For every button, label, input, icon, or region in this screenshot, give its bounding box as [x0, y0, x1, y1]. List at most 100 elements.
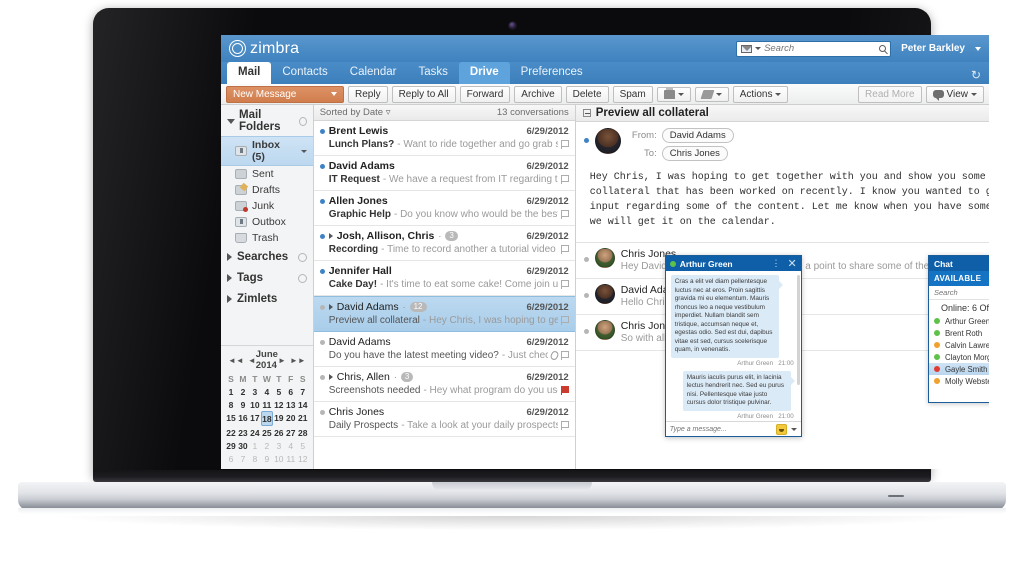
chevron-down-icon[interactable] [677, 92, 684, 96]
chevron-right-icon[interactable] [227, 295, 232, 303]
calendar-day[interactable]: 11 [261, 398, 273, 411]
calendar-day[interactable]: 5 [273, 385, 285, 398]
chat-window[interactable]: Arthur Green ⋮ ✕ Cras a elit vel diam pe… [664, 255, 802, 437]
chevron-down-icon[interactable] [227, 118, 235, 124]
delete-button[interactable]: Delete [565, 85, 609, 103]
reply-button[interactable]: Reply [348, 85, 388, 103]
calendar-day[interactable]: 14 [297, 398, 309, 411]
tab-preferences[interactable]: Preferences [510, 62, 594, 84]
calendar-day[interactable]: 21 [297, 411, 309, 426]
roster-contact-item[interactable]: Clayton Morgan [929, 351, 989, 363]
calendar-day[interactable]: 12 [297, 452, 309, 465]
calendar-day[interactable]: 4 [261, 385, 273, 398]
sidebar-group-zimlets[interactable]: Zimlets [221, 288, 313, 309]
calendar-day[interactable]: 5 [297, 439, 309, 452]
flag-icon[interactable] [560, 386, 570, 395]
chevron-down-icon[interactable] [300, 149, 307, 153]
expand-conversation-icon[interactable] [328, 304, 333, 310]
mail-list-row[interactable]: David Adams 6/29/2012 IT Request - We have … [313, 156, 575, 191]
calendar-day[interactable]: 6 [225, 452, 237, 465]
tab-contacts[interactable]: Contacts [271, 62, 338, 84]
chevron-down-icon[interactable] [975, 46, 981, 51]
calendar-day[interactable]: 1 [249, 439, 261, 452]
roster-contact-item[interactable]: Arthur Green [929, 315, 989, 327]
calendar-day[interactable]: 8 [225, 398, 237, 411]
calendar-day[interactable]: 27 [285, 426, 297, 439]
presence-status-selector[interactable]: AVAILABLE [928, 271, 989, 286]
flag-icon[interactable] [560, 175, 570, 184]
chevron-down-icon[interactable] [715, 92, 722, 96]
calendar-day[interactable]: 12 [273, 398, 285, 411]
calendar-day[interactable]: 7 [237, 452, 249, 465]
mini-calendar-prev-nav[interactable]: ◄◄ ◄ [228, 356, 256, 365]
flag-icon[interactable] [560, 140, 570, 149]
chevron-right-icon[interactable] [227, 274, 232, 282]
chat-message-input[interactable] [669, 425, 772, 433]
sidebar-group-searches[interactable]: Searches [221, 246, 313, 267]
calendar-day[interactable]: 22 [225, 426, 237, 439]
flag-icon[interactable] [560, 210, 570, 219]
search-input[interactable] [764, 43, 877, 54]
calendar-day[interactable]: 30 [237, 439, 249, 452]
sidebar-item-sent[interactable]: Sent [221, 166, 313, 182]
calendar-day[interactable]: 4 [285, 439, 297, 452]
sidebar-item-drafts[interactable]: Drafts [221, 182, 313, 198]
archive-button[interactable]: Archive [514, 85, 562, 103]
calendar-day[interactable]: 29 [225, 439, 237, 452]
double-left-icon[interactable]: ◄◄ [228, 356, 244, 365]
calendar-day[interactable]: 25 [261, 426, 273, 439]
sort-caret-icon[interactable]: ▿ [383, 107, 391, 118]
calendar-day[interactable]: 10 [273, 452, 285, 465]
actions-button[interactable]: Actions [732, 85, 789, 103]
mail-list-row[interactable]: Jennifer Hall 6/29/2012 Cake Day! - It's ti… [313, 261, 575, 296]
calendar-day[interactable]: 1 [225, 385, 237, 398]
from-value[interactable]: David Adams [661, 128, 734, 143]
emoji-picker-icon[interactable] [775, 423, 787, 435]
chevron-down-icon[interactable] [775, 92, 782, 96]
calendar-day[interactable]: 9 [237, 398, 249, 411]
new-message-button[interactable]: New Message [226, 85, 344, 103]
calendar-day[interactable]: 17 [249, 411, 261, 426]
roster-contact-item[interactable]: Molly Webster [929, 375, 989, 387]
calendar-day[interactable]: 2 [261, 439, 273, 452]
calendar-day[interactable]: 26 [273, 426, 285, 439]
calendar-day[interactable]: 6 [285, 385, 297, 398]
tab-tasks[interactable]: Tasks [407, 62, 458, 84]
flag-icon[interactable] [560, 280, 570, 289]
calendar-day[interactable]: 9 [261, 452, 273, 465]
chat-scrollbar[interactable] [796, 275, 800, 385]
chevron-down-icon[interactable] [755, 47, 762, 50]
tab-mail[interactable]: Mail [227, 62, 272, 84]
calendar-day[interactable]: 15 [225, 411, 237, 426]
spam-button[interactable]: Spam [612, 85, 653, 103]
calendar-day[interactable]: 3 [273, 439, 285, 452]
mail-list-row[interactable]: Brent Lewis 6/29/2012 Lunch Plans? - Want t… [313, 121, 575, 156]
mail-list-row[interactable]: Chris Jones 6/29/2012 Daily Prospects - Tak… [313, 402, 575, 437]
print-button[interactable] [656, 86, 691, 102]
chevron-right-icon[interactable] [227, 253, 232, 261]
sidebar-item-inbox[interactable]: Inbox (5) [221, 136, 313, 166]
refresh-icon[interactable]: ↻ [971, 68, 981, 82]
mail-list-row[interactable]: Allen Jones 6/29/2012 Graphic Help - Do you… [313, 191, 575, 226]
expand-conversation-icon[interactable] [328, 374, 333, 380]
expand-conversation-icon[interactable] [328, 233, 333, 239]
mail-list-row[interactable]: Josh, Allison, Chris · 3 6/29/2012 Recording… [313, 226, 575, 261]
calendar-day[interactable]: 10 [249, 398, 261, 411]
right-icon[interactable]: ► [278, 356, 286, 365]
forward-button[interactable]: Forward [459, 85, 511, 103]
mini-calendar-next-nav[interactable]: ► ►► [278, 356, 306, 365]
collapse-all-icon[interactable] [582, 109, 591, 117]
kebab-menu-icon[interactable]: ⋮ [772, 259, 781, 268]
mail-list-row[interactable]: Chris, Allen · 3 6/29/2012 Screenshots neede… [313, 367, 575, 402]
roster-search-input[interactable] [933, 288, 989, 297]
calendar-day[interactable]: 13 [285, 398, 297, 411]
roster-contact-item[interactable]: Gayle Smith [928, 363, 989, 375]
mail-list-row[interactable]: David Adams 6/29/2012 Do you have the late… [313, 332, 575, 367]
mail-list-scroll[interactable]: Brent Lewis 6/29/2012 Lunch Plans? - Want t… [313, 121, 575, 469]
chevron-down-icon[interactable] [331, 92, 337, 96]
reply-all-button[interactable]: Reply to All [391, 85, 456, 103]
chevron-down-icon[interactable] [971, 92, 977, 96]
calendar-day[interactable]: 24 [249, 426, 261, 439]
flag-icon[interactable] [560, 245, 570, 254]
magnifier-icon[interactable] [879, 45, 887, 52]
